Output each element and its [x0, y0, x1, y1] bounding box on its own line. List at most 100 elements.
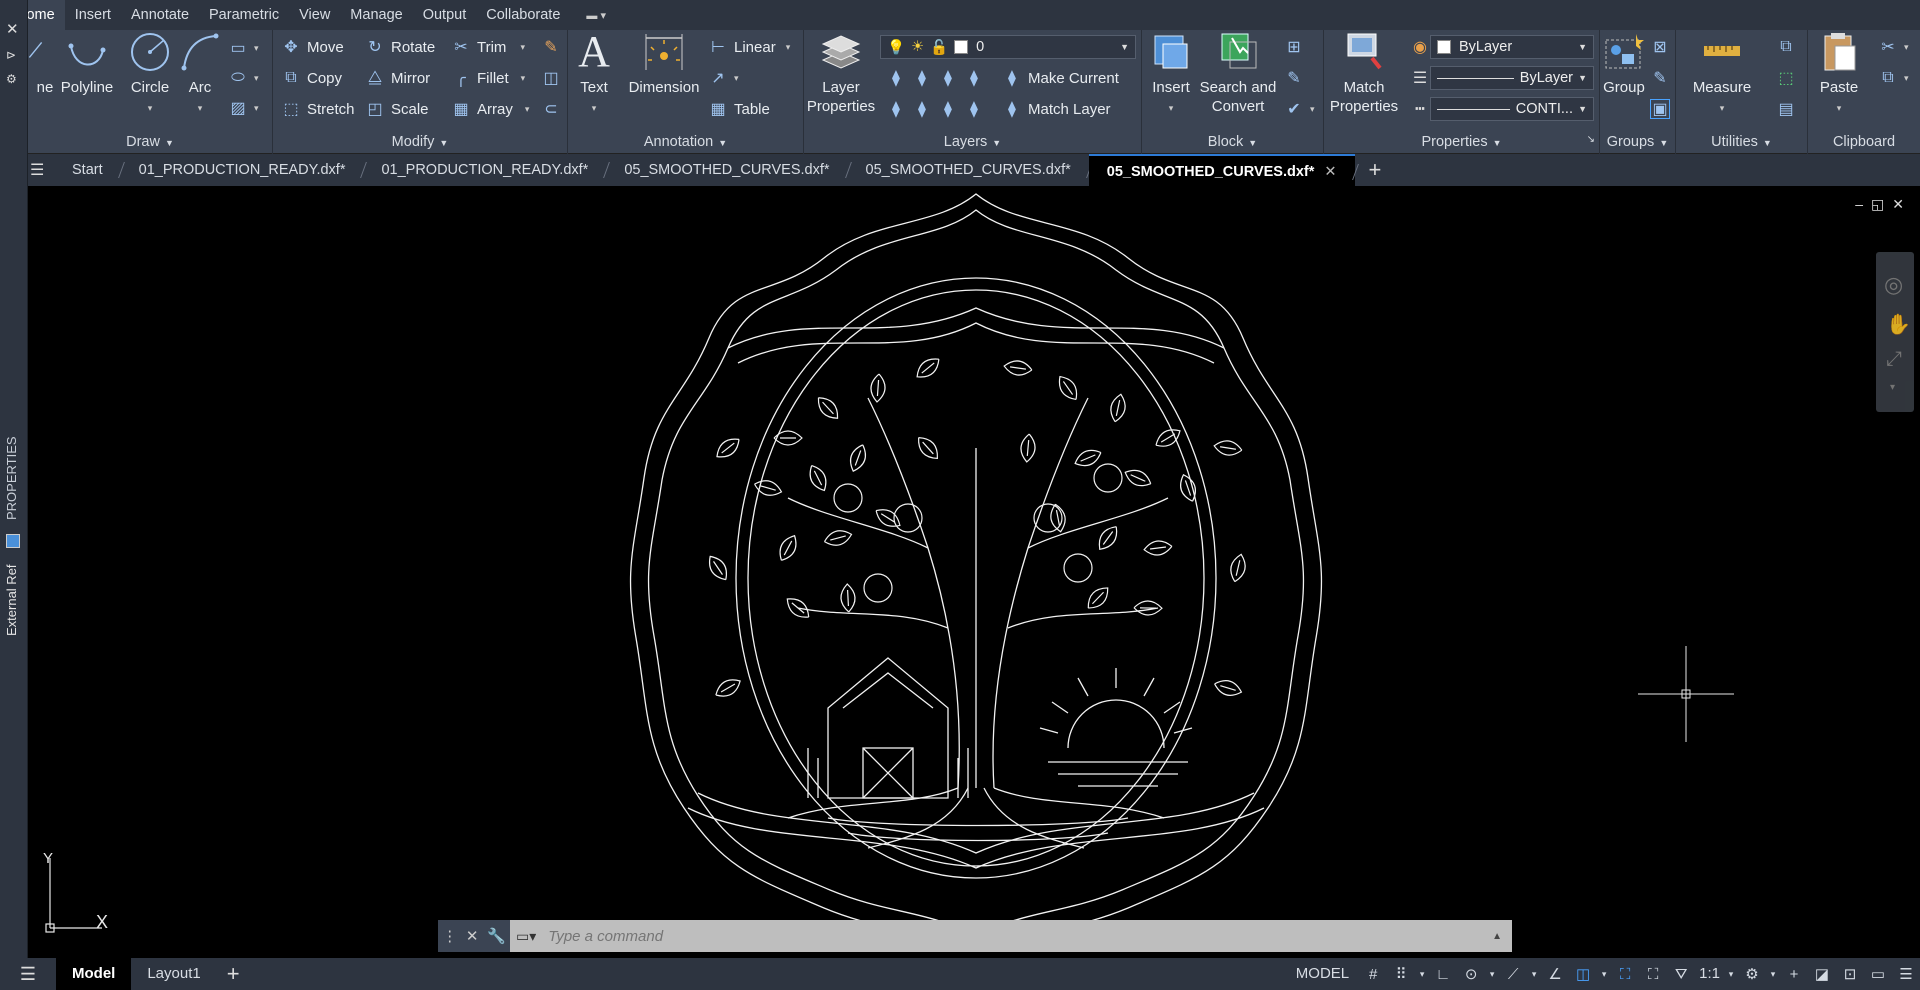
chevron-down-icon[interactable]: ▾: [1597, 958, 1611, 990]
chevron-down-icon[interactable]: ▾: [1724, 958, 1738, 990]
offset-button[interactable]: ⊂: [541, 99, 567, 119]
copy-clip-button[interactable]: ⧉▾: [1878, 68, 1909, 88]
pin-icon[interactable]: ⊳: [6, 48, 16, 62]
ortho-icon[interactable]: ∟: [1429, 958, 1457, 990]
polyline-button[interactable]: Polyline: [52, 30, 122, 97]
clipboard-panel-title[interactable]: Clipboard: [1808, 134, 1920, 150]
explode-button[interactable]: ◫: [541, 68, 567, 88]
stretch-button[interactable]: ⬚Stretch: [281, 99, 355, 119]
annotation-visibility-icon[interactable]: ⛶: [1611, 958, 1639, 990]
group-button[interactable]: Group: [1602, 30, 1646, 97]
table-button[interactable]: ▦Table: [708, 99, 770, 119]
utilities-panel-title[interactable]: Utilities▼: [1676, 134, 1807, 150]
block-attributes-button[interactable]: ✔▾: [1284, 99, 1315, 119]
annotation-panel-title[interactable]: Annotation▼: [568, 134, 803, 150]
polar-icon[interactable]: ⊙: [1457, 958, 1485, 990]
chevron-down-icon[interactable]: ▾: [1415, 958, 1429, 990]
layer-tools-row-1[interactable]: ⧫⧫⧫⧫: [886, 68, 990, 88]
paste-button[interactable]: Paste▾: [1814, 30, 1864, 118]
lineweight-dropdown[interactable]: ByLayer▼: [1430, 66, 1594, 90]
annotation-scale-value[interactable]: 1:1: [1695, 958, 1724, 990]
erase-button[interactable]: ✎: [541, 37, 567, 57]
isodraft-icon[interactable]: ⟋: [1499, 958, 1527, 990]
tab-manage[interactable]: Manage: [340, 0, 412, 30]
clean-screen-icon[interactable]: ▭: [1864, 958, 1892, 990]
modify-panel-title[interactable]: Modify▼: [273, 134, 567, 150]
file-tab-start[interactable]: Start: [54, 154, 121, 186]
match-layer-button[interactable]: ⧫Match Layer: [1002, 99, 1111, 119]
command-prompt-icon[interactable]: ▭▾: [510, 928, 536, 945]
annotation-monitor-plus-icon[interactable]: +: [1780, 958, 1808, 990]
tab-insert[interactable]: Insert: [65, 0, 121, 30]
settings-icon[interactable]: ⚙: [6, 72, 17, 86]
group-edit-button[interactable]: ✎: [1650, 68, 1676, 88]
hatch-button[interactable]: ▨▾: [228, 98, 259, 118]
model-space-toggle[interactable]: MODEL: [1286, 958, 1359, 990]
close-icon[interactable]: ✕: [466, 927, 479, 945]
ungroup-button[interactable]: ⊠: [1650, 37, 1676, 57]
tab-parametric[interactable]: Parametric: [199, 0, 289, 30]
customization-menu-icon[interactable]: ☰: [1892, 958, 1920, 990]
external-ref-palette-tab[interactable]: External Ref: [4, 564, 19, 636]
properties-panel-title[interactable]: Properties▼↘: [1324, 134, 1599, 150]
circle-button[interactable]: Circle▾: [128, 30, 172, 118]
linear-dim-button[interactable]: ⊢Linear▾: [708, 37, 790, 57]
annotation-scale-icon[interactable]: ⛛: [1667, 958, 1695, 990]
hardware-acceleration-icon[interactable]: ⊡: [1836, 958, 1864, 990]
fillet-button[interactable]: ╭Fillet▾: [451, 68, 525, 88]
ellipse-button[interactable]: ⬭▾: [228, 68, 259, 88]
array-button[interactable]: ▦Array▾: [451, 99, 529, 119]
layer-tools-row-2[interactable]: ⧫⧫⧫⧫: [886, 99, 990, 119]
pan-hand-icon[interactable]: ✋: [1886, 312, 1911, 337]
rectangle-button[interactable]: ▭▾: [228, 38, 259, 58]
close-tab-icon[interactable]: ✕: [1324, 164, 1336, 180]
grid-icon[interactable]: #: [1359, 958, 1387, 990]
command-history-chevron-icon[interactable]: ▲: [1492, 931, 1512, 942]
snap-icon[interactable]: ⠿: [1387, 958, 1415, 990]
groups-panel-title[interactable]: Groups▼: [1600, 134, 1675, 150]
calculator-button[interactable]: ▤: [1776, 99, 1802, 119]
file-tab[interactable]: 05_SMOOTHED_CURVES.dxf*: [848, 154, 1089, 186]
drag-handle-icon[interactable]: ⋮: [442, 927, 457, 945]
match-properties-button[interactable]: Match Properties: [1326, 30, 1402, 116]
dimension-button[interactable]: Dimension: [626, 30, 702, 97]
draw-panel-title[interactable]: Draw▼: [28, 134, 272, 150]
group-select-button[interactable]: ▣: [1650, 99, 1676, 119]
file-tab[interactable]: 01_PRODUCTION_READY.dxf*: [363, 154, 606, 186]
tab-collaborate[interactable]: Collaborate: [476, 0, 570, 30]
customize-wrench-icon[interactable]: 🔧: [487, 927, 506, 945]
leader-button[interactable]: ↗▾: [708, 68, 739, 88]
ribbon-minimize-switch-icon[interactable]: ▬ ▾: [586, 9, 606, 22]
trim-button[interactable]: ✂Trim▾: [451, 37, 525, 57]
block-panel-title[interactable]: Block▼: [1142, 134, 1323, 150]
command-input[interactable]: [536, 920, 1492, 952]
rotate-button[interactable]: ↻Rotate: [365, 37, 435, 57]
scale-button[interactable]: ◰Scale: [365, 99, 429, 119]
add-layout-plus-icon[interactable]: +: [217, 961, 250, 987]
zoom-extents-icon[interactable]: ⤢: [1886, 348, 1902, 371]
dialog-launcher-icon[interactable]: ↘: [1587, 134, 1595, 145]
chevron-down-icon[interactable]: ▾: [1485, 958, 1499, 990]
isolate-objects-icon[interactable]: ◪: [1808, 958, 1836, 990]
layout-tab-model[interactable]: Model: [56, 958, 131, 990]
layer-properties-button[interactable]: Layer Properties: [806, 30, 876, 116]
select-all-button[interactable]: ⬚: [1776, 68, 1802, 88]
quick-select-button[interactable]: ⧉: [1776, 37, 1802, 57]
search-convert-button[interactable]: Search and Convert: [1198, 30, 1278, 116]
layer-dropdown[interactable]: 💡 ☀ 🔓 0 ▼: [880, 35, 1136, 59]
auto-scale-icon[interactable]: ⛶: [1639, 958, 1667, 990]
edit-block-button[interactable]: ✎: [1284, 68, 1310, 88]
tab-output[interactable]: Output: [413, 0, 477, 30]
chevron-down-icon[interactable]: ▾: [1766, 958, 1780, 990]
drawing-canvas[interactable]: –◱✕: [28, 188, 1920, 952]
object-snap-icon[interactable]: ◫: [1569, 958, 1597, 990]
move-button[interactable]: ✥Move: [281, 37, 344, 57]
new-tab-plus-icon[interactable]: +: [1369, 157, 1382, 183]
chevron-down-icon[interactable]: ▾: [1527, 958, 1541, 990]
color-dropdown[interactable]: ByLayer▼: [1430, 35, 1594, 59]
menu-icon[interactable]: ☰: [0, 964, 56, 985]
tab-annotate[interactable]: Annotate: [121, 0, 199, 30]
steering-wheel-icon[interactable]: ◎: [1884, 272, 1903, 298]
chevron-down-icon[interactable]: ▾: [1890, 382, 1895, 393]
insert-button[interactable]: Insert▾: [1146, 30, 1196, 118]
